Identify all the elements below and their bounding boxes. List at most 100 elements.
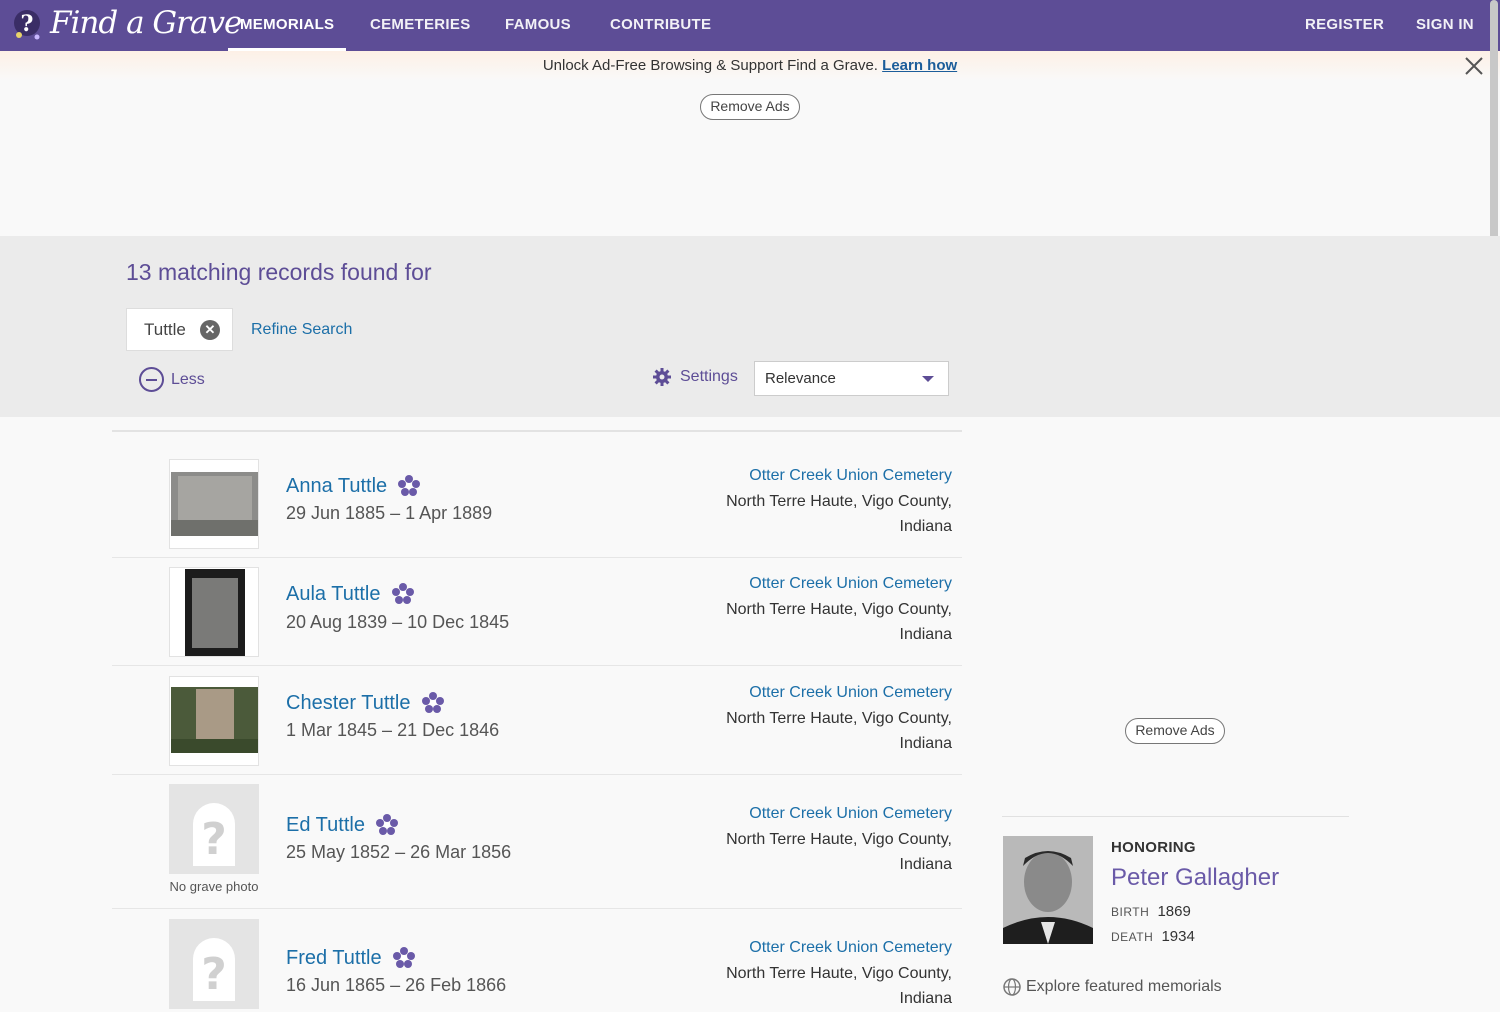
banner-text: Unlock Ad-Free Browsing & Support Find a… [542,57,878,74]
honoring-label: HONORING [1111,839,1196,856]
no-grave-photo[interactable]: ? [169,919,259,1009]
search-term-chip: Tuttle ✕ [126,308,233,351]
grave-photo[interactable] [169,567,259,657]
sort-value: Relevance [765,370,836,387]
cemetery-link[interactable]: Otter Creek Union Cemetery [726,571,952,597]
cemetery-state: Indiana [899,735,953,752]
death-label: DEATH [1111,930,1154,944]
cemetery-link[interactable]: Otter Creek Union Cemetery [726,680,952,706]
portrait-photo [1003,836,1093,944]
remove-term-icon[interactable]: ✕ [200,320,220,340]
grave-photo[interactable] [169,459,259,549]
chevron-down-icon [922,376,934,382]
nav-contribute[interactable]: CONTRIBUTE [610,0,711,51]
top-nav: ? Find a Grave MEMORIALS CEMETERIES FAMO… [0,0,1500,51]
nav-famous[interactable]: FAMOUS [505,0,571,51]
results-title: 13 matching records found for [126,259,432,285]
memorial-name-text: Anna Tuttle [286,474,388,497]
memorial-dates: 25 May 1852 – 26 Mar 1856 [286,842,512,862]
cemetery-location: North Terre Haute, Vigo County, [726,709,952,727]
memorial-name[interactable]: Chester Tuttle [286,691,445,715]
cemetery-location: North Terre Haute, Vigo County, [726,600,952,618]
question-mark-icon: ? [193,803,235,866]
memorial-dates: 16 Jun 1865 – 26 Feb 1866 [286,975,507,995]
flower-icon[interactable] [421,691,445,715]
cemetery-state: Indiana [899,990,953,1007]
birth-year: 1869 [1157,903,1191,920]
result-row: ? No grave photo Ed Tuttle 25 May 1852 –… [112,775,962,909]
svg-text:?: ? [201,949,227,1000]
memorial-name[interactable]: Anna Tuttle [286,474,421,498]
result-row: ? Fred Tuttle 16 Jun 1865 – 26 Feb 1866 … [112,909,962,1009]
find-a-grave-logo[interactable]: ? Find a Grave [12,4,242,42]
learn-how-link[interactable]: Learn how [882,57,957,74]
honoring-birth: BIRTH 1869 [1111,903,1191,920]
remove-ads-button[interactable]: Remove Ads [700,94,800,120]
minus-circle-icon [139,367,164,392]
memorial-name[interactable]: Fred Tuttle [286,946,416,970]
grave-photo[interactable] [169,676,259,766]
result-row: Aula Tuttle 20 Aug 1839 – 10 Dec 1845 Ot… [112,558,962,666]
flower-icon[interactable] [375,813,399,837]
register-link[interactable]: REGISTER [1305,0,1384,51]
death-year: 1934 [1161,928,1195,945]
memorial-name-text: Ed Tuttle [286,813,365,836]
no-grave-photo[interactable]: ? [169,784,259,874]
memorial-name-text: Chester Tuttle [286,691,411,714]
cemetery-location: North Terre Haute, Vigo County, [726,964,952,982]
refine-search-link[interactable]: Refine Search [251,321,352,339]
memorial-dates: 20 Aug 1839 – 10 Dec 1845 [286,612,510,632]
sign-in-link[interactable]: SIGN IN [1416,0,1474,51]
headstone-photo [170,460,258,548]
question-mark-icon: ? [193,938,235,1001]
result-row: Anna Tuttle 29 Jun 1885 – 1 Apr 1889 Ott… [112,432,962,558]
svg-text:?: ? [21,11,34,37]
cemetery-state: Indiana [899,626,953,643]
no-photo-label: No grave photo [169,879,259,894]
nav-memorials[interactable]: MEMORIALS [228,0,347,51]
cemetery-info: Otter Creek Union Cemetery North Terre H… [726,801,952,878]
memorial-name-text: Aula Tuttle [286,582,381,605]
explore-featured-link[interactable]: Explore featured memorials [1003,978,1222,996]
flower-icon[interactable] [397,474,421,498]
less-toggle[interactable]: Less [139,367,205,392]
flower-icon[interactable] [392,946,416,970]
cemetery-info: Otter Creek Union Cemetery North Terre H… [726,463,952,540]
honoring-portrait[interactable] [1003,836,1093,944]
cemetery-info: Otter Creek Union Cemetery North Terre H… [726,935,952,1012]
result-row: Chester Tuttle 1 Mar 1845 – 21 Dec 1846 … [112,666,962,775]
honoring-death: DEATH 1934 [1111,928,1195,945]
cemetery-info: Otter Creek Union Cemetery North Terre H… [726,680,952,757]
less-label: Less [171,370,205,388]
cemetery-info: Otter Creek Union Cemetery North Terre H… [726,571,952,648]
gear-icon [653,368,671,386]
close-icon[interactable] [1464,56,1484,76]
cemetery-link[interactable]: Otter Creek Union Cemetery [726,801,952,827]
memorial-dates: 1 Mar 1845 – 21 Dec 1846 [286,720,500,740]
logo-icon: ? [14,10,40,40]
cemetery-link[interactable]: Otter Creek Union Cemetery [726,463,952,489]
memorial-name[interactable]: Ed Tuttle [286,813,399,837]
birth-label: BIRTH [1111,905,1150,919]
sidebar-divider [1002,816,1349,817]
headstone-photo [170,677,258,765]
settings-button[interactable]: Settings [652,367,738,387]
cemetery-link[interactable]: Otter Creek Union Cemetery [726,935,952,961]
logo-text: Find a Grave [50,5,242,41]
sidebar-remove-ads-button[interactable]: Remove Ads [1125,718,1225,744]
memorial-name-text: Fred Tuttle [286,946,382,969]
sort-select[interactable]: Relevance [754,361,949,396]
cemetery-state: Indiana [899,856,953,873]
honoring-name-link[interactable]: Peter Gallagher [1111,864,1279,892]
cemetery-state: Indiana [899,518,953,535]
memorial-dates: 29 Jun 1885 – 1 Apr 1889 [286,503,493,523]
cemetery-location: North Terre Haute, Vigo County, [726,492,952,510]
svg-text:?: ? [201,814,227,865]
memorial-name[interactable]: Aula Tuttle [286,582,415,606]
flower-icon[interactable] [391,582,415,606]
ad-free-banner: Unlock Ad-Free Browsing & Support Find a… [0,51,1500,81]
cemetery-location: North Terre Haute, Vigo County, [726,830,952,848]
globe-icon [1003,978,1021,996]
nav-cemeteries[interactable]: CEMETERIES [370,0,471,51]
settings-label: Settings [680,368,738,385]
